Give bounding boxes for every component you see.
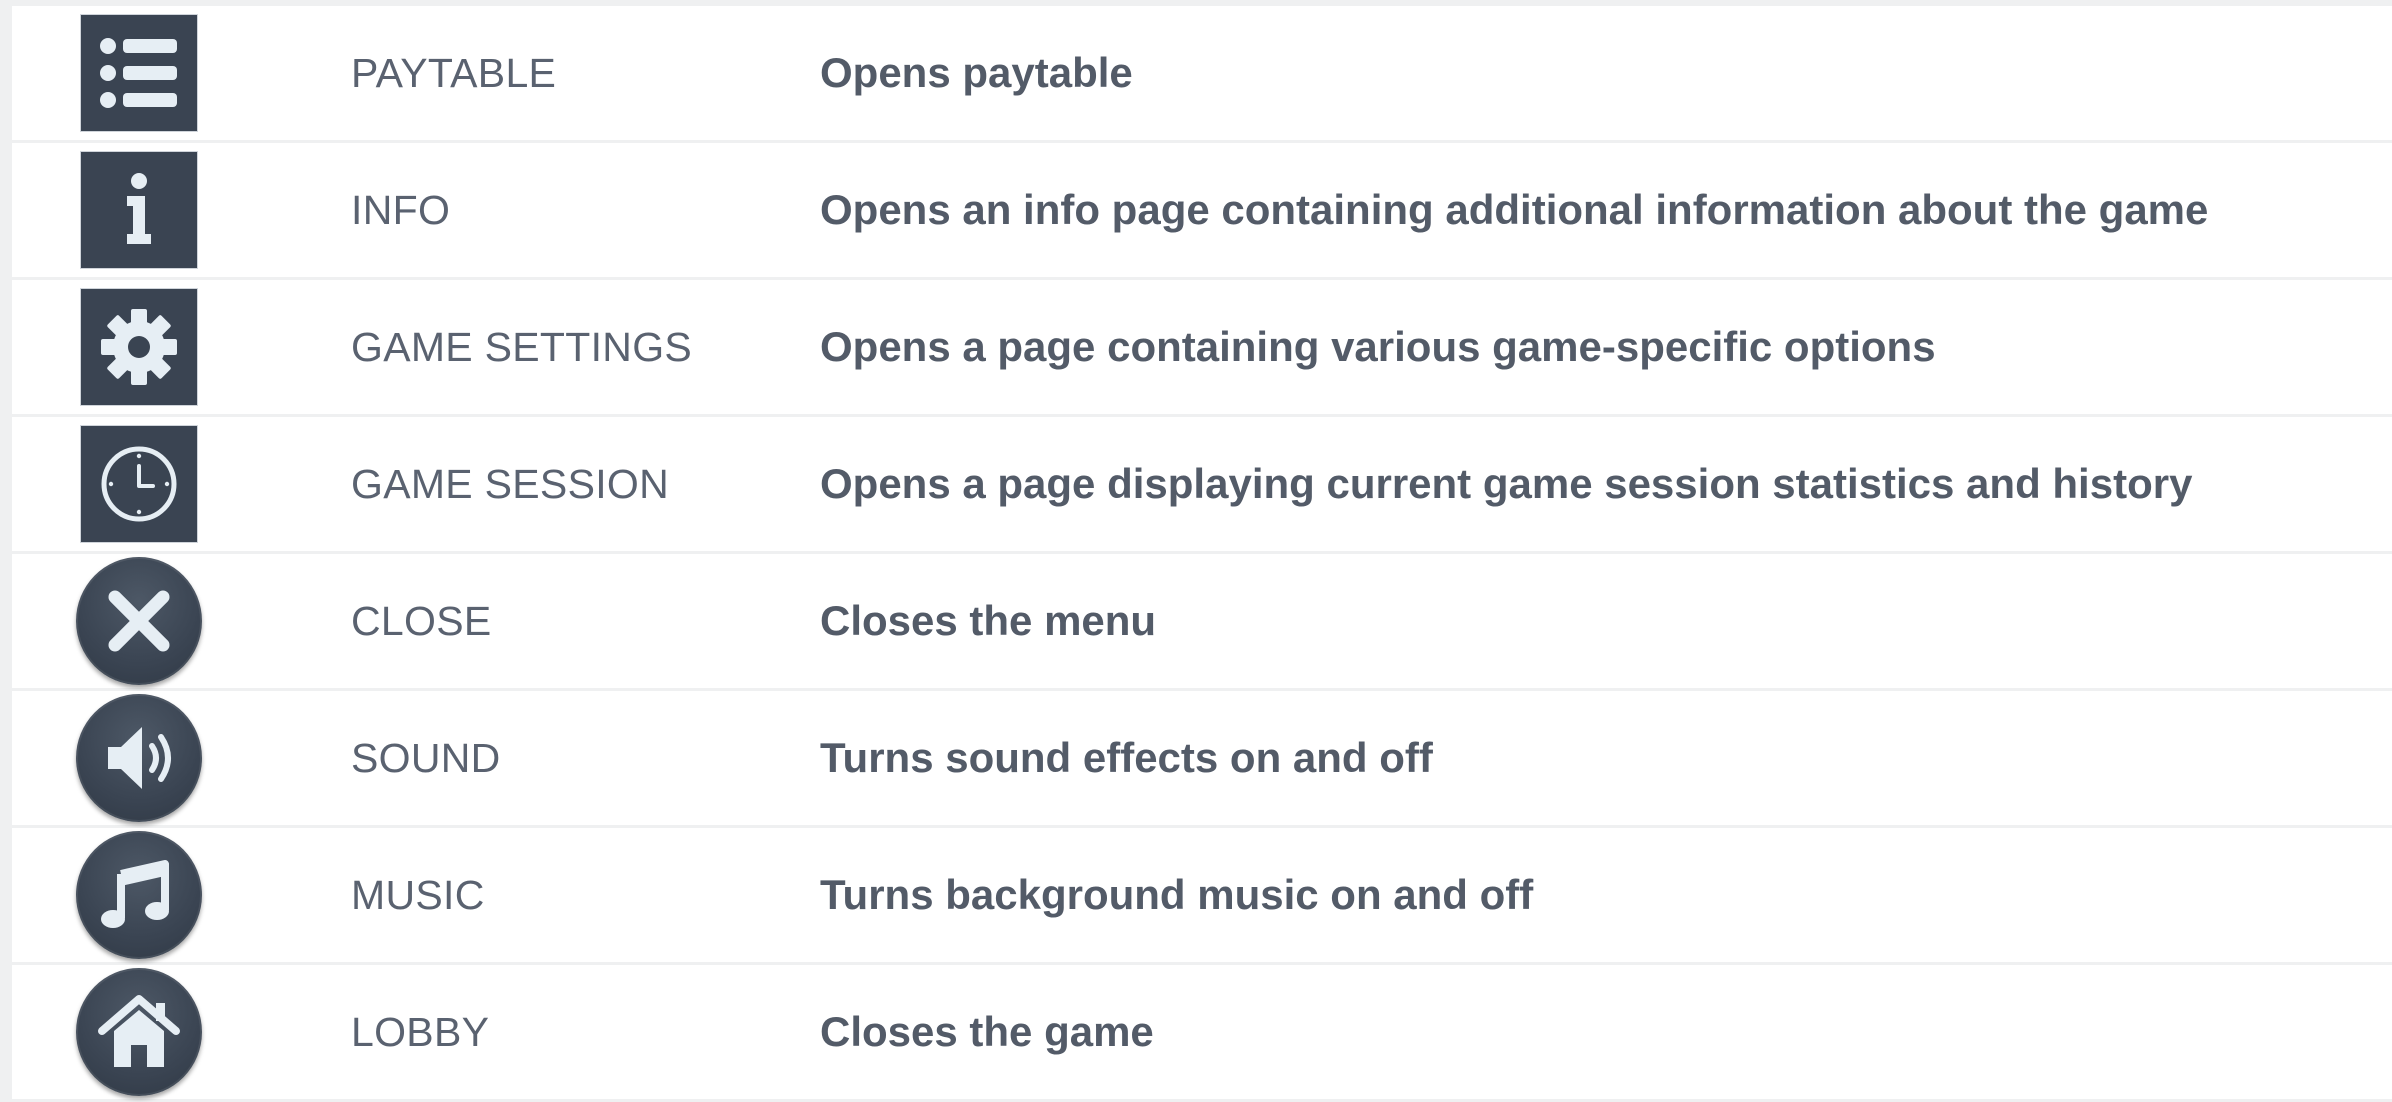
button-name: SOUND bbox=[351, 735, 501, 781]
button-name: GAME SESSION bbox=[351, 461, 670, 507]
button-description: Closes the menu bbox=[820, 597, 1157, 644]
clock-icon bbox=[80, 425, 198, 543]
button-description: Closes the game bbox=[820, 1008, 1154, 1055]
info-icon bbox=[80, 151, 198, 269]
legend-icon-cell bbox=[76, 968, 202, 1096]
button-name: GAME SETTINGS bbox=[351, 324, 693, 370]
legend-row-music: MUSIC Turns background music on and off bbox=[12, 828, 2392, 962]
music-note-icon bbox=[76, 831, 202, 959]
button-description: Opens an info page containing additional… bbox=[820, 186, 2209, 233]
button-description: Opens paytable bbox=[820, 49, 1133, 96]
legend-row-close: CLOSE Closes the menu bbox=[12, 554, 2392, 688]
gear-icon bbox=[80, 288, 198, 406]
legend-row-game-settings: GAME SETTINGS Opens a page containing va… bbox=[12, 280, 2392, 414]
legend-row-lobby: LOBBY Closes the game bbox=[12, 965, 2392, 1099]
button-name: PAYTABLE bbox=[351, 50, 557, 96]
legend-icon-cell bbox=[76, 557, 202, 685]
legend-icon-cell bbox=[76, 148, 202, 272]
button-description: Turns background music on and off bbox=[820, 871, 1534, 918]
legend-icon-cell bbox=[76, 285, 202, 409]
legend-row-info: INFO Opens an info page containing addit… bbox=[12, 143, 2392, 277]
button-description: Opens a page displaying current game ses… bbox=[820, 460, 2193, 507]
button-name: CLOSE bbox=[351, 598, 492, 644]
home-icon bbox=[76, 968, 202, 1096]
button-description: Opens a page containing various game-spe… bbox=[820, 323, 1936, 370]
menu-button-legend: PAYTABLE Opens paytable INFO Opens an in… bbox=[12, 6, 2392, 1102]
legend-icon-cell bbox=[76, 694, 202, 822]
legend-row-paytable: PAYTABLE Opens paytable bbox=[12, 6, 2392, 140]
legend-icon-cell bbox=[76, 11, 202, 135]
speaker-icon bbox=[76, 694, 202, 822]
list-icon bbox=[80, 14, 198, 132]
button-name: INFO bbox=[351, 187, 451, 233]
legend-row-sound: SOUND Turns sound effects on and off bbox=[12, 691, 2392, 825]
close-icon bbox=[76, 557, 202, 685]
button-name: MUSIC bbox=[351, 872, 485, 918]
button-description: Turns sound effects on and off bbox=[820, 734, 1433, 781]
legend-icon-cell bbox=[76, 422, 202, 546]
button-name: LOBBY bbox=[351, 1009, 490, 1055]
legend-icon-cell bbox=[76, 831, 202, 959]
legend-row-game-session: GAME SESSION Opens a page displaying cur… bbox=[12, 417, 2392, 551]
